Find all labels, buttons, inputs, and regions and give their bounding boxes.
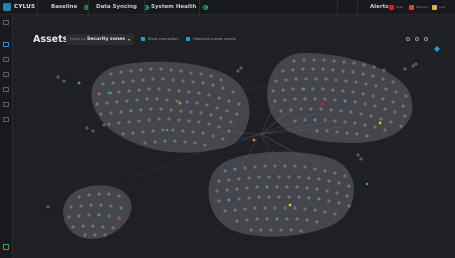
alerts[interactable]: Alerts	[370, 0, 389, 14]
zone-top-right[interactable]	[267, 52, 413, 144]
toggle-highlight-chosen-assets[interactable]: Highlight chosen assets	[186, 37, 236, 41]
page-title: Assets	[33, 34, 69, 45]
logo-icon	[3, 3, 11, 11]
view-tools	[415, 37, 420, 42]
nav-data-syncing[interactable]: Data Syncing	[96, 0, 149, 14]
reports-icon[interactable]	[3, 72, 9, 77]
status-icon[interactable]	[3, 244, 9, 250]
alert-medium[interactable]: Medium	[409, 3, 428, 11]
dashboard-icon[interactable]	[3, 20, 9, 25]
search-icon[interactable]	[406, 37, 410, 41]
top-bar: CYLUS Baseline Data Syncing System Healt…	[0, 0, 455, 15]
alert-medium-label: Medium	[416, 5, 428, 9]
alert-low-label: Low	[439, 5, 445, 9]
toggle-highlight-chosen-assets-label: Highlight chosen assets	[193, 37, 236, 41]
filter-icon[interactable]	[424, 37, 428, 41]
view-tools	[424, 37, 429, 42]
assets-icon[interactable]	[3, 42, 9, 47]
zone-bottom-left[interactable]	[63, 185, 132, 239]
divider	[199, 0, 200, 14]
check-circle-icon	[203, 4, 209, 10]
groupby-label: Group by	[70, 37, 86, 41]
chevron-down-icon: ▾	[127, 37, 130, 42]
alert-high-badge	[389, 4, 394, 10]
divider	[144, 0, 145, 14]
zone-bottom-right[interactable]	[208, 151, 354, 237]
groupby-value: Security zones	[87, 36, 125, 42]
nav-baseline-label: Baseline	[51, 4, 78, 10]
checkbox-icon[interactable]	[186, 37, 190, 41]
divider	[88, 0, 89, 14]
alert-high-label: High	[396, 5, 403, 9]
logo[interactable]: CYLUS	[3, 2, 35, 12]
alert-low-badge	[432, 4, 437, 10]
settings-icon[interactable]	[3, 102, 9, 107]
view-tools	[434, 37, 440, 52]
view-tools	[406, 37, 411, 42]
sidebar	[0, 15, 13, 258]
zoom-icon[interactable]	[415, 37, 419, 41]
divider	[337, 0, 338, 14]
divider	[37, 0, 38, 14]
alerts-icon[interactable]	[3, 87, 9, 92]
toggle-show-connection-label: Show connection	[148, 37, 179, 41]
alert-medium-badge	[409, 4, 414, 10]
alerts-label: Alerts	[370, 4, 389, 10]
groupby-select[interactable]: Group by Security zones ▾	[66, 34, 134, 45]
toggle-show-connection[interactable]: Show connection	[141, 37, 179, 41]
asset-graph[interactable]	[13, 48, 455, 258]
alert-low[interactable]: Low	[432, 3, 445, 11]
divider	[357, 0, 358, 14]
zone-top-left[interactable]	[91, 61, 250, 153]
user-icon[interactable]	[3, 117, 9, 122]
nav-data-syncing-label: Data Syncing	[96, 4, 137, 10]
checkbox-icon[interactable]	[141, 37, 145, 41]
alert-high[interactable]: High	[389, 3, 403, 11]
logo-text: CYLUS	[14, 4, 36, 10]
nav-system-health-label: System Health	[151, 4, 197, 10]
nav-baseline[interactable]: Baseline	[51, 0, 90, 14]
network-icon[interactable]	[3, 57, 9, 62]
